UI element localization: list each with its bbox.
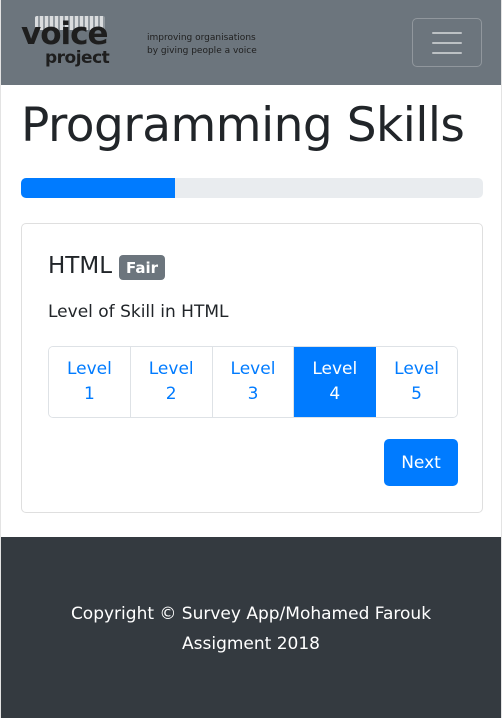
hamburger-menu-icon: [432, 31, 462, 34]
survey-progress-bar: [21, 178, 175, 198]
level-number: 5: [411, 384, 422, 404]
level-2-button[interactable]: Level 2: [130, 347, 213, 417]
navbar: voice project improving organisations by…: [1, 0, 501, 85]
level-1-button[interactable]: Level 1: [49, 347, 131, 417]
logo-word-voice: voice: [21, 16, 109, 52]
survey-progress: [21, 178, 483, 198]
question-card: HTML Fair Level of Skill in HTML Level 1…: [21, 223, 483, 513]
level-button-group: Level 1 Level 2 Level 3 Level 4 Level 5: [48, 346, 458, 418]
footer-line-2: Assigment 2018: [182, 634, 320, 654]
level-label: Level: [66, 359, 112, 379]
tagline-line-2: by giving people a voice: [147, 46, 257, 56]
hamburger-menu-icon-bar: [432, 41, 462, 44]
brand-tagline: improving organisations by giving people…: [147, 32, 257, 58]
level-number: 2: [165, 384, 177, 404]
skill-level-badge: Fair: [119, 254, 166, 280]
level-label: Level: [148, 359, 194, 379]
footer-copyright: Copyright © Survey App/Mohamed Farouk As…: [1, 599, 501, 659]
level-label: Level: [394, 359, 440, 379]
question-prompt: Level of Skill in HTML: [48, 302, 229, 322]
logo-word-project: project: [45, 48, 110, 68]
next-button[interactable]: Next: [384, 439, 458, 486]
skill-name: HTML: [48, 253, 113, 279]
hamburger-menu-icon-bar: [432, 51, 462, 54]
navbar-toggler-button[interactable]: [412, 18, 482, 67]
level-number: 1: [83, 384, 95, 404]
brand-link[interactable]: voice project improving organisations by…: [21, 14, 257, 70]
level-3-button[interactable]: Level 3: [212, 347, 295, 417]
level-number: 3: [247, 384, 259, 404]
voice-project-logo: voice project: [21, 14, 117, 70]
level-label: Level: [312, 359, 358, 379]
page-title: Programming Skills: [21, 98, 465, 153]
footer-line-1: Copyright © Survey App/Mohamed Farouk: [70, 604, 432, 624]
level-4-button[interactable]: Level 4: [294, 347, 377, 417]
level-number: 4: [329, 384, 341, 404]
tagline-line-1: improving organisations: [147, 33, 256, 43]
card-title: HTML Fair: [48, 252, 166, 280]
level-label: Level: [230, 359, 276, 379]
level-5-button[interactable]: Level 5: [376, 347, 457, 417]
footer: Copyright © Survey App/Mohamed Farouk As…: [1, 537, 501, 718]
